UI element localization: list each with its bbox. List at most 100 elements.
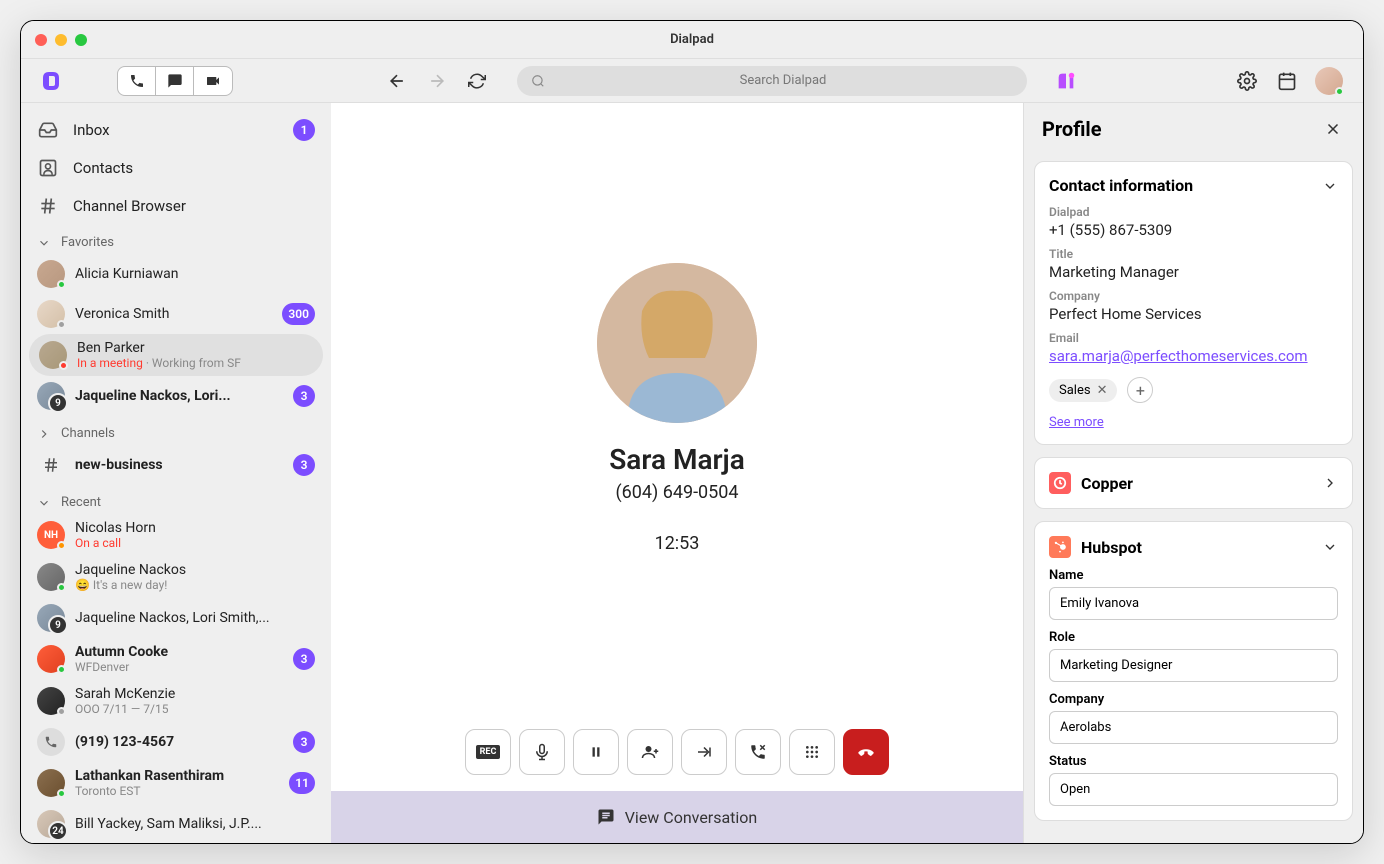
view-conversation-button[interactable]: View Conversation xyxy=(331,791,1023,843)
nav-arrows xyxy=(385,69,489,93)
titlebar: Dialpad xyxy=(21,21,1363,59)
message-button[interactable] xyxy=(156,67,194,95)
chevron-down-icon xyxy=(37,236,51,250)
favorite-contact[interactable]: Veronica Smith 300 xyxy=(21,294,331,334)
sidebar-item-contacts[interactable]: Contacts xyxy=(21,149,331,187)
record-button[interactable]: REC xyxy=(465,729,511,775)
inbox-icon xyxy=(37,119,59,141)
hash-icon xyxy=(37,195,59,217)
badge: 3 xyxy=(293,731,315,753)
hubspot-company-input[interactable] xyxy=(1049,711,1338,744)
badge: 11 xyxy=(289,772,315,794)
favorite-contact-selected[interactable]: Ben Parker In a meeting · Working from S… xyxy=(29,334,323,376)
hubspot-role-input[interactable] xyxy=(1049,649,1338,682)
avatar xyxy=(37,563,65,591)
maximize-window-button[interactable] xyxy=(75,34,87,46)
phone-number: +1 (555) 867-5309 xyxy=(1049,221,1338,239)
company: Perfect Home Services xyxy=(1049,305,1338,323)
end-call-button[interactable] xyxy=(843,729,889,775)
dialpad-logo xyxy=(41,72,65,90)
search-placeholder: Search Dialpad xyxy=(553,73,1013,88)
sidebar-item-channel-browser[interactable]: Channel Browser xyxy=(21,187,331,225)
avatar xyxy=(37,769,65,797)
close-window-button[interactable] xyxy=(35,34,47,46)
chat-icon xyxy=(597,808,615,826)
back-button[interactable] xyxy=(385,69,409,93)
recent-section-header[interactable]: Recent xyxy=(21,485,331,514)
right-toolbar-icons xyxy=(1235,67,1343,95)
user-avatar[interactable] xyxy=(1315,67,1343,95)
mute-button[interactable] xyxy=(519,729,565,775)
avatar xyxy=(37,645,65,673)
remove-tag-button[interactable]: ✕ xyxy=(1097,383,1108,398)
avatar: NH xyxy=(37,521,65,549)
badge: 300 xyxy=(282,303,315,325)
forward-button[interactable] xyxy=(425,69,449,93)
recent-contact[interactable]: NH Nicolas HornOn a call xyxy=(21,514,331,556)
hash-icon xyxy=(37,451,65,479)
favorite-contact[interactable]: Alicia Kurniawan xyxy=(21,254,331,294)
calendar-button[interactable] xyxy=(1275,69,1299,93)
reload-button[interactable] xyxy=(465,69,489,93)
hubspot-icon xyxy=(1049,536,1071,558)
call-controls: REC xyxy=(331,713,1023,791)
sidebar-item-inbox[interactable]: Inbox 1 xyxy=(21,111,331,149)
card-header[interactable]: Contact information xyxy=(1049,176,1338,195)
add-participant-button[interactable] xyxy=(627,729,673,775)
search-icon xyxy=(531,74,545,88)
communication-buttons xyxy=(117,66,233,96)
avatar: 9 xyxy=(37,382,65,410)
settings-button[interactable] xyxy=(1235,69,1259,93)
add-tag-button[interactable]: + xyxy=(1127,377,1153,403)
hubspot-name-input[interactable] xyxy=(1049,587,1338,620)
see-more-link[interactable]: See more xyxy=(1049,415,1104,430)
recent-contact[interactable]: Autumn CookeWFDenver 3 xyxy=(21,638,331,680)
minimize-window-button[interactable] xyxy=(55,34,67,46)
close-profile-button[interactable] xyxy=(1321,117,1345,141)
call-avatar xyxy=(597,263,757,423)
favorites-section-header[interactable]: Favorites xyxy=(21,225,331,254)
channels-section-header[interactable]: Channels xyxy=(21,416,331,445)
contact-information-card: Contact information Dialpad +1 (555) 867… xyxy=(1034,161,1353,445)
recent-contact[interactable]: Jaqueline Nackos😄 It's a new day! xyxy=(21,556,331,598)
hubspot-status-input[interactable] xyxy=(1049,773,1338,806)
avatar: 24 xyxy=(37,810,65,838)
profile-header: Profile xyxy=(1024,103,1363,155)
status-dot xyxy=(1335,87,1344,96)
job-title: Marketing Manager xyxy=(1049,263,1338,281)
chevron-down-icon xyxy=(1322,539,1338,555)
hold-button[interactable] xyxy=(573,729,619,775)
channel-item[interactable]: new-business 3 xyxy=(21,445,331,485)
call-phone: (604) 649-0504 xyxy=(615,482,738,503)
chevron-right-icon xyxy=(1322,475,1338,491)
favorite-contact-group[interactable]: 9 Jaqueline Nackos, Lori... 3 xyxy=(21,376,331,416)
hubspot-header[interactable]: Hubspot xyxy=(1049,536,1338,558)
call-button[interactable] xyxy=(118,67,156,95)
avatar xyxy=(39,341,67,369)
call-timer: 12:53 xyxy=(655,533,700,554)
recent-contact-phone[interactable]: (919) 123-4567 3 xyxy=(21,722,331,762)
avatar xyxy=(37,687,65,715)
hubspot-integration-card: Hubspot Name Role Company Status xyxy=(1034,521,1353,821)
recent-contact[interactable]: Lathankan RasenthiramToronto EST 11 xyxy=(21,762,331,804)
badge: 3 xyxy=(293,648,315,670)
body: Inbox 1 Contacts Channel Browser Favorit… xyxy=(21,103,1363,843)
recent-contact-group[interactable]: 9 Jaqueline Nackos, Lori Smith,... xyxy=(21,598,331,638)
avatar xyxy=(37,260,65,288)
inbox-badge: 1 xyxy=(293,119,315,141)
recent-contact[interactable]: Sarah McKenzieOOO 7/11 — 7/15 xyxy=(21,680,331,722)
main: Sara Marja (604) 649-0504 12:53 REC View… xyxy=(331,103,1023,843)
chevron-right-icon xyxy=(37,427,51,441)
transfer-button[interactable] xyxy=(681,729,727,775)
video-button[interactable] xyxy=(194,67,232,95)
avatar: 9 xyxy=(37,604,65,632)
call-name: Sara Marja xyxy=(609,443,745,476)
copper-integration-card[interactable]: Copper xyxy=(1034,457,1353,509)
call-options-button[interactable] xyxy=(735,729,781,775)
ai-icon[interactable] xyxy=(1055,70,1077,92)
profile-title: Profile xyxy=(1042,117,1102,141)
email-link[interactable]: sara.marja@perfecthomeservices.com xyxy=(1049,347,1338,365)
dialpad-button[interactable] xyxy=(789,729,835,775)
search-input[interactable]: Search Dialpad xyxy=(517,66,1027,96)
profile-panel: Profile Contact information Dialpad +1 (… xyxy=(1023,103,1363,843)
